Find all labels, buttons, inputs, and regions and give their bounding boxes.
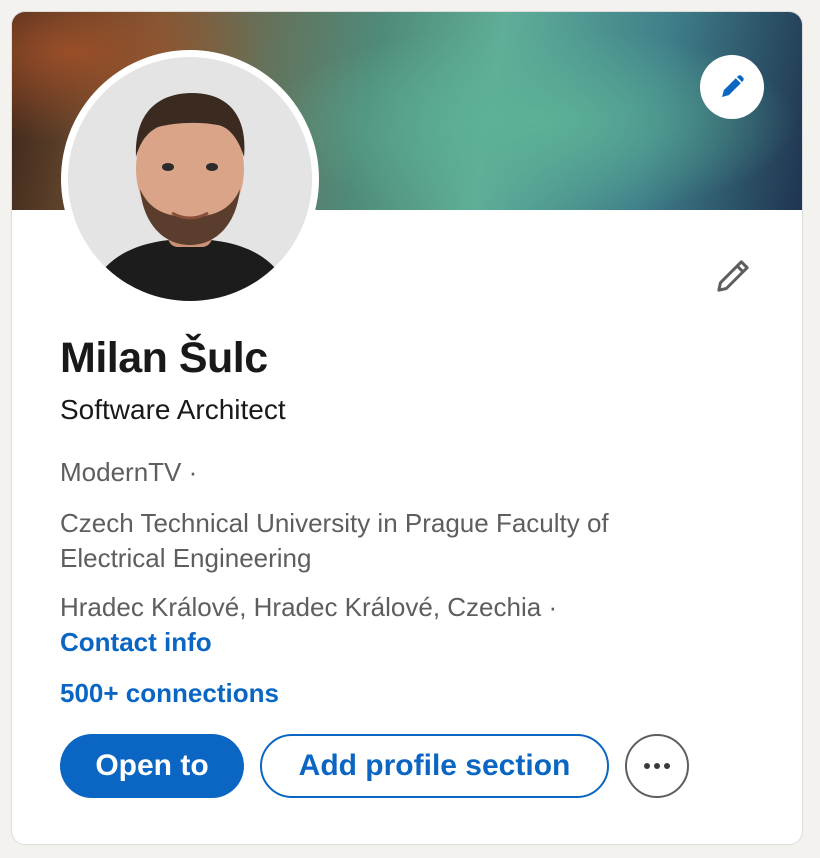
profile-location: Hradec Králové, Hradec Králové, Czechia … xyxy=(60,592,557,623)
profile-school[interactable]: Czech Technical University in Prague Fac… xyxy=(60,506,700,576)
ellipsis-icon xyxy=(644,763,670,769)
edit-profile-button[interactable] xyxy=(709,252,757,300)
pencil-icon xyxy=(722,75,744,97)
profile-card: Milan Šulc Software Architect ModernTV ·… xyxy=(11,11,803,845)
avatar[interactable] xyxy=(68,57,312,301)
more-actions-button[interactable] xyxy=(625,734,689,798)
separator-dot: · xyxy=(188,457,198,487)
add-profile-section-button[interactable]: Add profile section xyxy=(260,734,609,798)
company-name[interactable]: ModernTV xyxy=(60,457,181,487)
avatar-frame xyxy=(61,50,319,308)
separator-dot: · xyxy=(548,592,558,622)
profile-headline: Software Architect xyxy=(60,394,286,425)
profile-company: ModernTV · xyxy=(60,457,197,488)
edit-banner-button[interactable] xyxy=(700,55,764,119)
location-text: Hradec Králové, Hradec Králové, Czechia xyxy=(60,592,542,622)
profile-photo xyxy=(68,57,312,301)
pencil-icon xyxy=(717,260,749,292)
contact-info-link[interactable]: Contact info xyxy=(60,627,212,658)
profile-name: Milan Šulc xyxy=(60,334,268,382)
open-to-button[interactable]: Open to xyxy=(60,734,244,798)
connections-link[interactable]: 500+ connections xyxy=(60,678,279,709)
